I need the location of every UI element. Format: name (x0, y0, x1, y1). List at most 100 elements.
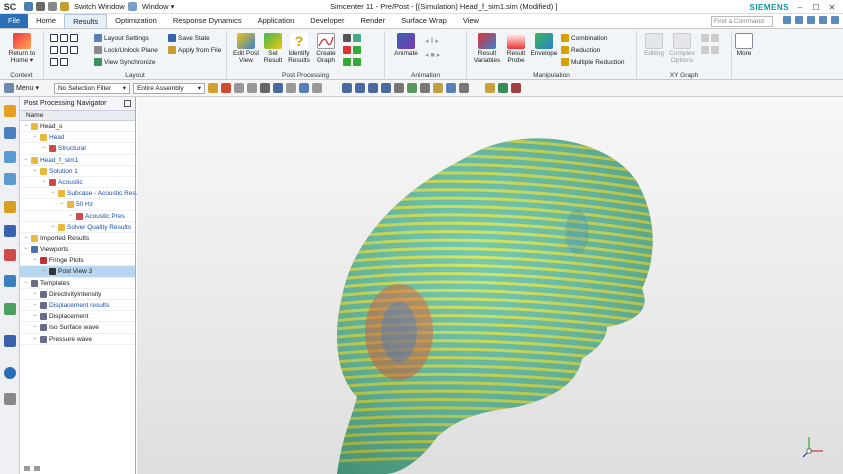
expand-toggle-icon[interactable]: − (33, 311, 38, 322)
selection-mode-icon[interactable] (220, 83, 231, 93)
collapse-icon[interactable] (831, 16, 839, 24)
assembly-navigator-icon[interactable] (4, 173, 16, 185)
probe-icon[interactable] (353, 34, 361, 42)
tree-node[interactable]: − Imported Results (20, 233, 135, 245)
tab-view[interactable]: View (455, 14, 487, 28)
expand-toggle-icon[interactable]: − (51, 188, 56, 199)
edit-post-view-button[interactable]: Edit Post View (231, 33, 261, 64)
next-mode-icon[interactable] (353, 46, 361, 54)
save-state-button[interactable]: Save State (168, 34, 210, 42)
roles-icon[interactable] (4, 393, 16, 405)
fit-icon[interactable] (341, 83, 352, 93)
orient-icon[interactable] (393, 83, 404, 93)
section-icon[interactable] (445, 83, 456, 93)
pan-icon[interactable] (380, 83, 391, 93)
layout-grid-icon[interactable] (50, 34, 58, 42)
close-icon[interactable]: ✕ (827, 3, 837, 12)
combination-button[interactable]: Combination (561, 34, 608, 42)
expand-toggle-icon[interactable]: − (42, 266, 47, 277)
minimize-ribbon-icon[interactable] (807, 16, 815, 24)
return-home-button[interactable]: Return to Home ▾ (4, 33, 40, 64)
settings-icon[interactable] (795, 16, 803, 24)
apply-from-file-button[interactable]: Apply from File (168, 46, 221, 54)
tree-node[interactable]: − Head_s (20, 121, 135, 133)
step-forward-icon[interactable]: ▸ (437, 51, 441, 59)
result-probe-button[interactable]: Result Probe (503, 33, 529, 64)
simulation-navigator-icon[interactable] (4, 127, 16, 139)
prev-mode-icon[interactable] (343, 46, 351, 54)
tree-node[interactable]: − Acoustic (20, 177, 135, 189)
snap-point-icon[interactable] (246, 83, 257, 93)
expand-toggle-icon[interactable]: − (33, 289, 38, 300)
expand-toggle-icon[interactable]: − (24, 121, 29, 132)
tab-render[interactable]: Render (352, 14, 393, 28)
tab-file[interactable]: File (0, 14, 29, 28)
grid-icon[interactable] (510, 83, 521, 93)
view-icon[interactable] (311, 83, 322, 93)
graph-tool-icon[interactable] (711, 34, 719, 42)
name-column-header[interactable]: Name (20, 111, 135, 121)
restore-icon[interactable] (819, 16, 827, 24)
save-icon[interactable] (24, 2, 33, 11)
envelope-button[interactable]: Envelope (529, 33, 559, 57)
expand-toggle-icon[interactable]: − (33, 300, 38, 311)
expand-toggle-icon[interactable]: − (42, 177, 47, 188)
layout-grid-icon[interactable] (50, 46, 58, 54)
layout-grid-icon[interactable] (60, 46, 68, 54)
expand-toggle-icon[interactable]: − (33, 132, 38, 143)
pause-icon[interactable]: ‖ (431, 38, 434, 45)
layout-grid-icon[interactable] (60, 58, 68, 66)
graph-tool-icon[interactable] (701, 34, 709, 42)
layout-grid-icon[interactable] (50, 58, 58, 66)
post-processing-navigator-icon[interactable] (4, 249, 16, 261)
background-icon[interactable] (419, 83, 430, 93)
measure-icon[interactable] (497, 83, 508, 93)
tree-node[interactable]: − Iso Surface wave (20, 322, 135, 334)
tree-node[interactable]: − Solution 1 (20, 166, 135, 177)
multiple-reduction-button[interactable]: Multiple Reduction (561, 58, 624, 66)
hd3d-icon[interactable] (4, 225, 16, 237)
tree-node[interactable]: − Post View 3 (20, 266, 135, 278)
cube-icon[interactable] (298, 83, 309, 93)
tree-node[interactable]: − Subcase - Acoustic Res... (20, 188, 141, 200)
window-menu[interactable]: Window ▾ (142, 2, 175, 11)
reduction-button[interactable]: Reduction (561, 46, 600, 54)
part-navigator-icon[interactable] (4, 151, 16, 163)
tree-node[interactable]: − Fringe Plots (20, 255, 135, 267)
pin-icon[interactable] (124, 100, 131, 107)
reuse-library-icon[interactable] (4, 201, 16, 213)
tree-node[interactable]: − Head_f_sim1 (20, 155, 135, 166)
switch-window-icon[interactable] (60, 2, 69, 11)
expand-toggle-icon[interactable]: − (24, 233, 29, 244)
tree-node[interactable]: − Viewports (20, 244, 135, 256)
tab-response-dynamics[interactable]: Response Dynamics (165, 14, 250, 28)
selection-filter-dropdown[interactable]: No Selection Filter ▾ (53, 82, 130, 94)
more-button[interactable]: More (732, 33, 756, 57)
graphics-window[interactable] (137, 97, 843, 474)
expand-toggle-icon[interactable]: − (33, 322, 38, 333)
web-browser-icon[interactable] (4, 275, 16, 287)
play-back-icon[interactable]: ◂ (425, 37, 429, 45)
rectangle-select-icon[interactable] (272, 83, 283, 93)
details-icon[interactable] (24, 466, 30, 471)
editing-button[interactable]: Editing (641, 33, 667, 57)
undo-icon[interactable] (36, 2, 45, 11)
preview-icon[interactable] (34, 466, 40, 471)
complex-options-button[interactable]: Complex Options (667, 33, 697, 64)
result-variables-button[interactable]: Result Variables (471, 33, 503, 64)
layout-grid-icon[interactable] (60, 34, 68, 42)
app-logo[interactable]: SC (0, 0, 20, 14)
tree-node[interactable]: − Templates (20, 278, 135, 289)
marker-icon[interactable] (343, 34, 351, 42)
expand-toggle-icon[interactable]: − (24, 155, 29, 166)
expand-toggle-icon[interactable]: − (69, 211, 74, 222)
create-graph-button[interactable]: Create Graph (313, 33, 339, 64)
tree-node[interactable]: − 50 Hz (20, 199, 135, 211)
tree-node[interactable]: − Acoustic Pres (20, 211, 135, 222)
animate-button[interactable]: Animate (391, 33, 421, 57)
tree-node[interactable]: − Head (20, 132, 135, 144)
settings-icon[interactable] (4, 105, 16, 117)
tab-home[interactable]: Home (28, 14, 64, 28)
tree-node[interactable]: − DirectivityIntensity (20, 289, 135, 300)
tree-node[interactable]: − Pressure wave (20, 334, 135, 345)
